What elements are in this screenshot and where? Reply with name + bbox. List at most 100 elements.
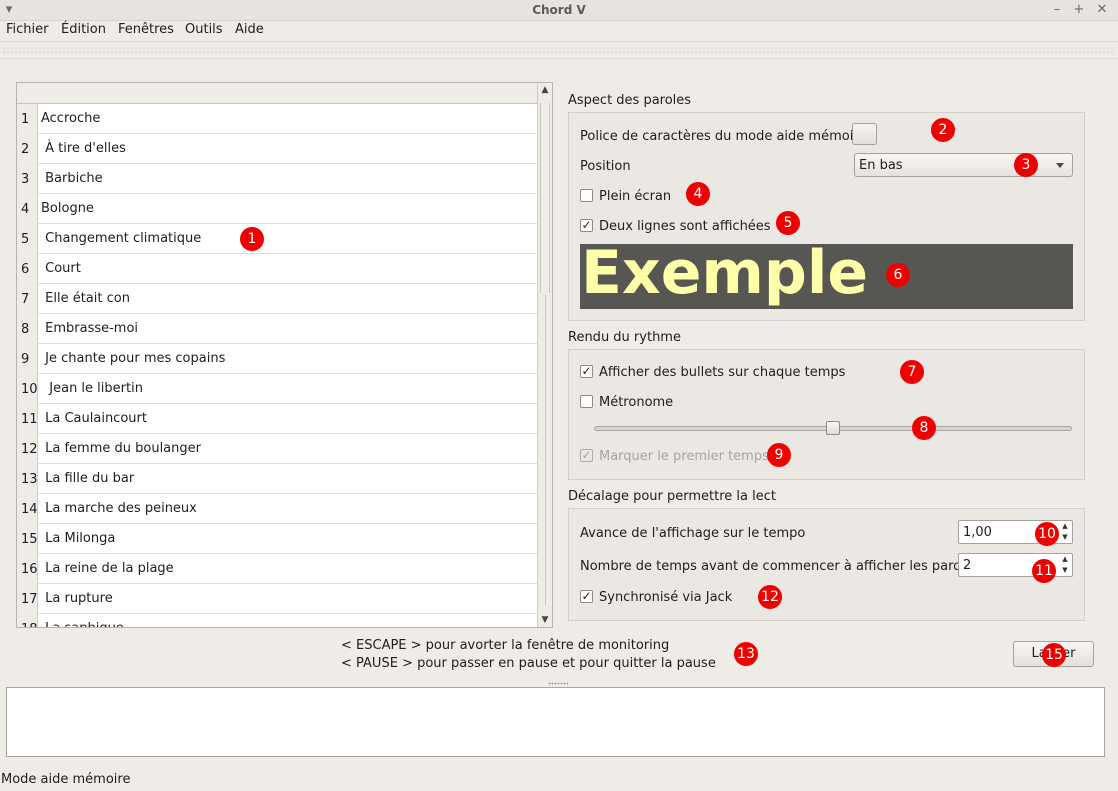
table-row[interactable]: 17 La rupture [17,584,538,614]
beats-label: Nombre de temps avant de commencer à aff… [580,559,980,574]
beats-value: 2 [963,558,972,573]
table-row[interactable]: 2 À tire d'elles [17,134,538,164]
menu-aide[interactable]: Aide [235,22,264,37]
menu-edition[interactable]: Édition [61,22,106,37]
maximize-icon[interactable]: + [1070,1,1088,19]
song-title: La reine de la plage [41,561,174,576]
scrollbar-thumb[interactable] [540,103,550,293]
table-row[interactable]: 6 Court [17,254,538,284]
table-row[interactable]: 3 Barbiche [17,164,538,194]
bullets-checkbox[interactable]: ✓ [580,365,593,378]
song-title: Jean le libertin [41,381,143,396]
pause-hint: < PAUSE > pour passer en pause et pour q… [341,656,716,671]
row-number: 11 [17,404,38,434]
minimize-icon[interactable]: – [1048,1,1066,19]
song-title: Accroche [41,111,101,126]
table-row[interactable]: 14 La marche des peineux [17,494,538,524]
row-number: 7 [17,284,38,314]
preview-text: Exemple [581,244,869,308]
song-title: La saphique [41,621,124,627]
table-row[interactable]: 5 Changement climatique [17,224,538,254]
table-row[interactable]: 10 Jean le libertin [17,374,538,404]
table-row[interactable]: 18 La saphique [17,614,538,627]
song-title: La femme du boulanger [41,441,201,456]
marker-badge: 3 [1014,153,1038,177]
scroll-down-icon[interactable]: ▼ [538,613,552,627]
song-title: La rupture [41,591,113,606]
rhythm-group-title: Rendu du rythme [568,330,681,345]
fullscreen-checkbox[interactable] [580,189,593,202]
metronome-label[interactable]: Métronome [599,395,673,410]
scroll-up-icon[interactable]: ▲ [538,83,552,97]
menu-outils[interactable]: Outils [185,22,223,37]
menu-bar: Fichier Édition Fenêtres Outils Aide [0,21,1118,41]
marker-badge: 11 [1032,559,1056,583]
first-beat-label[interactable]: Marquer le premier temps [599,449,769,464]
row-number: 12 [17,434,38,464]
marker-badge: 8 [912,416,936,440]
fullscreen-label[interactable]: Plein écran [599,189,671,204]
song-title: Elle était con [41,291,130,306]
log-output[interactable] [6,687,1105,757]
marker-badge: 6 [886,263,910,287]
spin-arrows-icon[interactable]: ▲ ▼ [1058,554,1072,576]
splitter-handle[interactable] [548,682,568,685]
row-number: 4 [17,194,38,224]
row-number: 15 [17,524,38,554]
escape-hint: < ESCAPE > pour avorter la fenêtre de mo… [341,638,670,653]
advance-value: 1,00 [963,525,992,540]
marker-badge: 9 [767,443,791,467]
song-title: La fille du bar [41,471,135,486]
spin-arrows-icon[interactable]: ▲ ▼ [1058,521,1072,543]
font-picker-button[interactable] [852,123,877,145]
marker-badge: 15 [1042,643,1066,667]
close-icon[interactable]: ✕ [1093,1,1111,19]
song-title: Court [41,261,81,276]
jack-label[interactable]: Synchronisé via Jack [599,590,732,605]
table-row[interactable]: 8 Embrasse-moi [17,314,538,344]
two-lines-checkbox[interactable]: ✓ [580,219,593,232]
font-label: Police de caractères du mode aide mémoir… [580,129,867,144]
marker-badge: 2 [931,118,955,142]
lyrics-preview: Exemple [580,244,1073,309]
table-row[interactable]: 15 La Milonga [17,524,538,554]
table-row[interactable]: 9 Je chante pour mes copains [17,344,538,374]
table-row[interactable]: 12 La femme du boulanger [17,434,538,464]
table-row[interactable]: 16 La reine de la plage [17,554,538,584]
metronome-checkbox[interactable] [580,395,593,408]
bullets-label[interactable]: Afficher des bullets sur chaque temps [599,365,845,380]
first-beat-checkbox[interactable]: ✓ [580,449,593,462]
table-row[interactable]: 4 Bologne [17,194,538,224]
chevron-down-icon [1056,163,1064,168]
row-number: 1 [17,104,38,134]
song-table[interactable]: 1 Accroche 2 À tire d'elles 3 Barbiche 4 Bolo… [16,82,553,628]
row-number: 2 [17,134,38,164]
row-number: 9 [17,344,38,374]
vertical-scrollbar[interactable]: ▲ ▼ [537,83,552,627]
menu-fenetres[interactable]: Fenêtres [118,22,174,37]
row-number: 17 [17,584,38,614]
position-value: En bas [859,158,903,173]
table-row[interactable]: 11 La Caulaincourt [17,404,538,434]
table-row[interactable]: 7 Elle était con [17,284,538,314]
two-lines-label[interactable]: Deux lignes sont affichées [599,219,771,234]
position-select[interactable]: En bas [854,153,1073,177]
marker-badge: 10 [1035,522,1059,546]
row-number: 5 [17,224,38,254]
row-number: 14 [17,494,38,524]
table-row[interactable]: 1 Accroche [17,104,538,134]
metronome-slider-handle[interactable] [826,421,840,435]
song-title: Embrasse-moi [41,321,139,336]
menu-fichier[interactable]: Fichier [6,22,49,37]
offset-group-title: Décalage pour permettre la lecture [568,489,776,504]
marker-badge: 4 [686,182,710,206]
jack-checkbox[interactable]: ✓ [580,590,593,603]
row-number: 8 [17,314,38,344]
table-row[interactable]: 13 La fille du bar [17,464,538,494]
marker-badge: 13 [734,642,758,666]
row-number: 13 [17,464,38,494]
table-header [17,83,538,104]
song-title: À tire d'elles [41,141,126,156]
marker-badge: 12 [758,585,782,609]
song-title: La Milonga [41,531,116,546]
